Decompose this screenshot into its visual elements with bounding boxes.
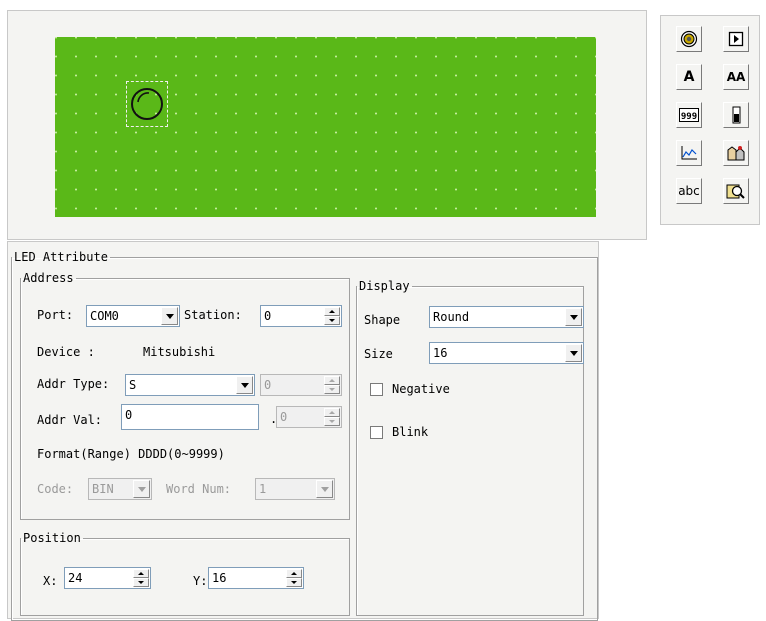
port-value: COM0 (90, 309, 119, 323)
spin-down-icon[interactable] (324, 316, 340, 325)
addr-type-dropdown-arrow-icon[interactable] (236, 376, 253, 394)
addr-val-sub-spin-buttons[interactable] (324, 408, 340, 426)
led-attribute-title: LED Attribute (14, 250, 108, 264)
position-y-spinbox[interactable]: 16 (208, 567, 304, 589)
port-label: Port: (37, 308, 74, 322)
addr-val-input[interactable]: 0 (121, 404, 259, 430)
port-select[interactable]: COM0 (86, 305, 180, 327)
ascii-text-tool-icon: abc (678, 184, 700, 198)
address-legend: Address (23, 271, 74, 285)
size-dropdown-arrow-icon[interactable] (565, 344, 582, 362)
addr-type-label: Addr Type: (37, 377, 110, 391)
position-x-value: 24 (68, 571, 83, 585)
attribute-panel: LED Attribute Address Port: COM0 Station… (7, 241, 599, 621)
bargraph-tool-icon (732, 106, 741, 124)
station-value: 0 (264, 309, 272, 323)
lcd-canvas[interactable] (55, 37, 596, 217)
word-num-select[interactable]: 1 (255, 478, 335, 500)
station-label: Station: (184, 308, 242, 322)
addr-val-value: 0 (125, 408, 133, 422)
position-legend: Position (23, 531, 81, 545)
blink-checkbox[interactable] (370, 426, 383, 439)
bargraph-tool-button[interactable] (723, 102, 749, 128)
text-tool-icon: A (683, 69, 695, 85)
addr-type-sub-spinbox[interactable]: 0 (260, 374, 342, 396)
addr-val-label: Addr Val: (37, 413, 103, 427)
spin-up-icon[interactable] (324, 307, 340, 316)
blink-label: Blink (392, 425, 429, 439)
trend-graph-tool-button[interactable] (676, 140, 702, 166)
trend-graph-tool-icon (681, 146, 697, 160)
size-value: 16 (433, 346, 448, 360)
negative-checkbox[interactable] (370, 383, 383, 396)
device-value: Mitsubishi (143, 345, 216, 359)
position-y-value: 16 (212, 571, 227, 585)
position-x-label: X: (43, 574, 58, 588)
preview-panel (7, 10, 647, 240)
addr-val-sub-spinbox[interactable]: 0 (276, 406, 342, 428)
picture-tool-icon (727, 146, 745, 161)
large-text-tool-icon: AA (726, 70, 746, 84)
display-legend: Display (359, 279, 410, 293)
port-dropdown-arrow-icon[interactable] (161, 307, 178, 325)
position-y-spin-buttons[interactable] (286, 569, 302, 587)
addr-type-select[interactable]: S (125, 374, 255, 396)
toolbox: A AA 999 abc (660, 15, 760, 225)
alarm-search-tool-icon (726, 184, 745, 199)
addr-type-value: S (129, 378, 137, 392)
spin-up-icon[interactable] (324, 408, 340, 417)
picture-tool-button[interactable] (723, 140, 749, 166)
spin-down-icon[interactable] (286, 578, 302, 587)
led-tool-button[interactable] (676, 26, 702, 52)
device-label: Device : (37, 345, 95, 359)
code-dropdown-arrow-icon[interactable] (133, 480, 150, 498)
position-x-spin-buttons[interactable] (133, 569, 149, 587)
spin-up-icon[interactable] (286, 569, 302, 578)
shape-label: Shape (364, 313, 401, 327)
spin-down-icon[interactable] (324, 385, 340, 394)
size-select[interactable]: 16 (429, 342, 584, 364)
position-y-label: Y: (193, 574, 208, 588)
numeric-display-tool-icon: 999 (679, 108, 699, 122)
display-group: Display (356, 280, 584, 616)
station-spinbox[interactable]: 0 (260, 305, 342, 327)
negative-label: Negative (392, 382, 450, 396)
button-tool-icon (728, 31, 744, 47)
station-spin-buttons[interactable] (324, 307, 340, 325)
word-num-dropdown-arrow-icon[interactable] (316, 480, 333, 498)
numeric-display-tool-button[interactable]: 999 (676, 102, 702, 128)
text-tool-button[interactable]: A (676, 64, 702, 90)
ascii-text-tool-button[interactable]: abc (676, 178, 702, 204)
spin-down-icon[interactable] (133, 578, 149, 587)
shape-value: Round (433, 310, 470, 324)
position-x-spinbox[interactable]: 24 (64, 567, 151, 589)
svg-text:999: 999 (681, 112, 697, 122)
code-select[interactable]: BIN (88, 478, 152, 500)
word-num-label: Word Num: (166, 482, 232, 496)
format-range-label: Format(Range) DDDD(0~9999) (37, 447, 225, 461)
shape-select[interactable]: Round (429, 306, 584, 328)
spin-up-icon[interactable] (133, 569, 149, 578)
led-circle-icon (131, 88, 163, 120)
alarm-search-tool-button[interactable] (723, 178, 749, 204)
size-label: Size (364, 347, 393, 361)
large-text-tool-button[interactable]: AA (723, 64, 749, 90)
word-num-value: 1 (259, 482, 267, 496)
spin-down-icon[interactable] (324, 417, 340, 426)
led-tool-icon (680, 30, 698, 48)
code-label: Code: (37, 482, 74, 496)
button-tool-button[interactable] (723, 26, 749, 52)
led-element[interactable] (126, 81, 168, 127)
addr-type-sub-spin-buttons[interactable] (324, 376, 340, 394)
code-value: BIN (92, 482, 114, 496)
shape-dropdown-arrow-icon[interactable] (565, 308, 582, 326)
spin-up-icon[interactable] (324, 376, 340, 385)
addr-type-sub-value: 0 (264, 378, 272, 392)
addr-val-sub-value: 0 (280, 410, 288, 424)
